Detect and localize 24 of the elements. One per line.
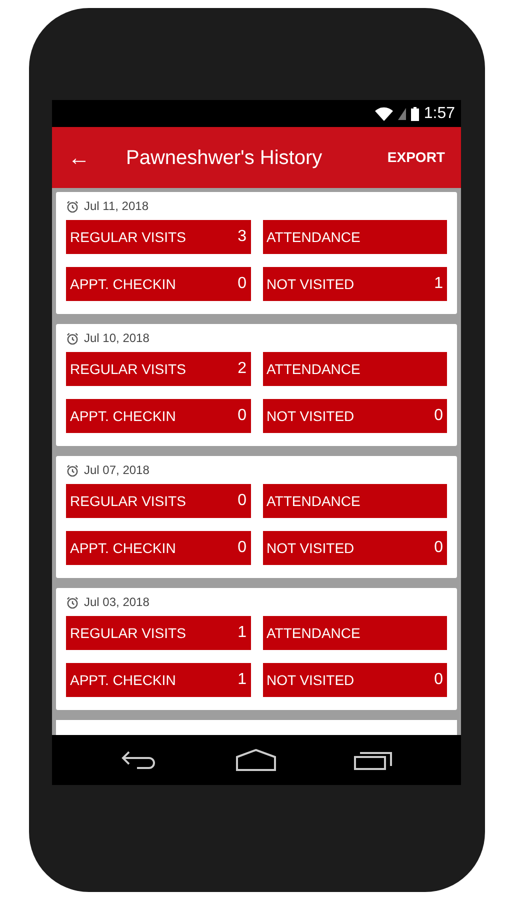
stat-tile[interactable]: NOT VISITED 0 — [262, 531, 447, 565]
stat-tile[interactable]: REGULAR VISITS 0 — [66, 484, 250, 518]
status-time: 1:57 — [424, 104, 455, 124]
card-date: Jul 11, 2018 — [84, 198, 148, 215]
stat-tile[interactable]: NOT VISITED 1 — [262, 267, 447, 301]
export-button[interactable]: EXPORT — [387, 147, 445, 168]
stat-tile[interactable]: ATTENDANCE — [262, 352, 447, 386]
stat-tile[interactable]: APPT. CHECKIN 1 — [66, 663, 250, 697]
stat-tile[interactable]: ATTENDANCE — [262, 220, 447, 254]
stat-tile[interactable]: ATTENDANCE — [262, 616, 447, 650]
stat-tile[interactable]: APPT. CHECKIN 0 — [66, 267, 250, 301]
stat-tile[interactable]: NOT VISITED 0 — [262, 663, 447, 697]
stat-tile[interactable]: NOT VISITED 0 — [262, 399, 447, 433]
card-date: Jul 03, 2018 — [84, 594, 150, 611]
stat-tile[interactable]: APPT. CHECKIN 0 — [66, 399, 250, 433]
stat-tile[interactable]: REGULAR VISITS 2 — [66, 352, 250, 386]
stat-tile[interactable]: APPT. CHECKIN 0 — [66, 531, 250, 565]
stat-tile[interactable]: REGULAR VISITS 3 — [66, 220, 250, 254]
stat-tile[interactable]: ATTENDANCE — [262, 484, 447, 518]
stat-tile[interactable]: REGULAR VISITS 1 — [66, 616, 250, 650]
back-button[interactable]: ← — [68, 141, 98, 174]
app-title: Pawneshwer's History — [126, 146, 324, 170]
card-date: Jul 07, 2018 — [84, 462, 150, 479]
card-date: Jul 10, 2018 — [84, 330, 150, 347]
